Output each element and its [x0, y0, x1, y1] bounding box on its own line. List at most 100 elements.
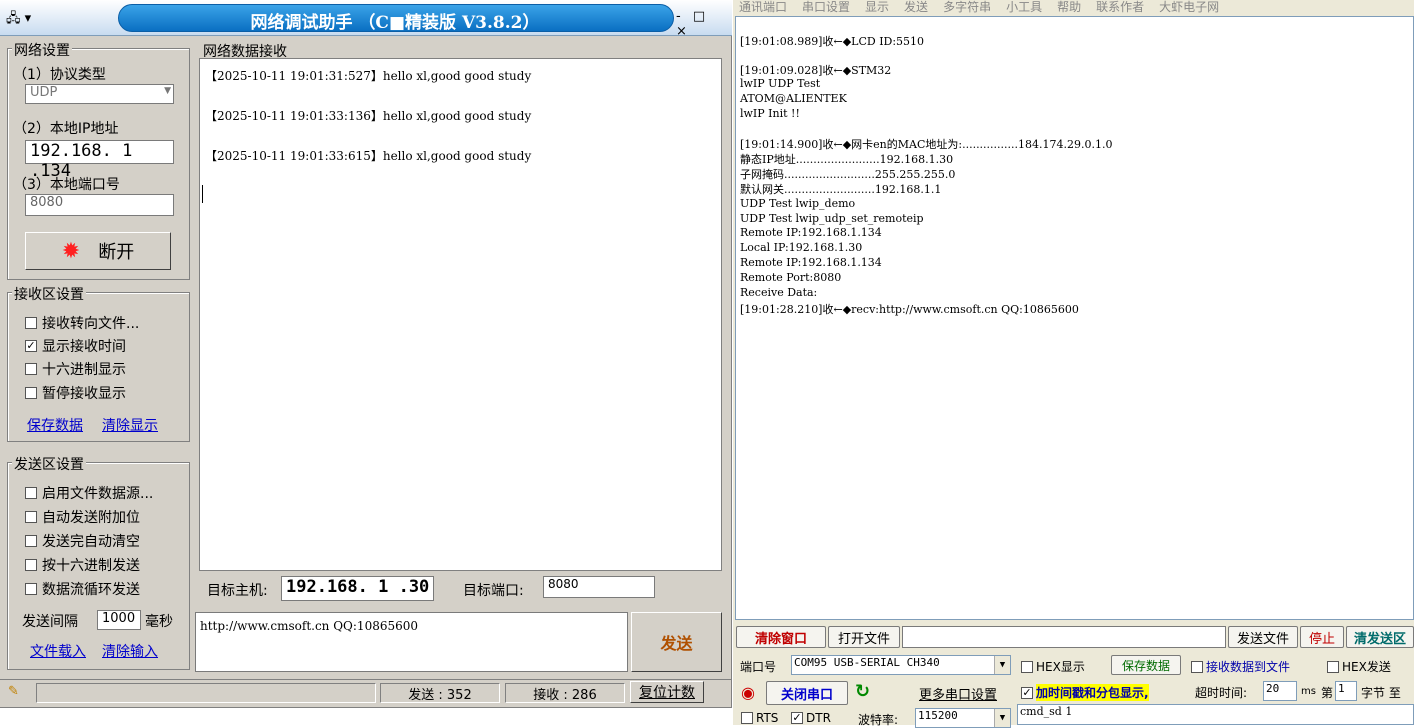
recv-line: 【2025-10-11 19:01:31:527】hello xl,good g… [205, 69, 532, 83]
pause-display-checkbox[interactable]: 暂停接收显示 [25, 383, 126, 403]
serial-line: [19:01:14.900]收←◆网卡en的MAC地址为:...........… [740, 138, 1113, 151]
file-load-link[interactable]: 文件载入 [30, 641, 86, 661]
timeout-label: 超时时间: [1195, 686, 1248, 700]
menu-bar: 通讯端口 串口设置 显示 发送 多字符串 小工具 帮助 联系作者 大虾电子网 [733, 0, 1414, 14]
hex-display-checkbox[interactable]: HEX显示 [1021, 658, 1085, 675]
show-recv-time-checkbox[interactable]: ✓ 显示接收时间 [25, 336, 126, 356]
byte-input[interactable]: 1 [1335, 681, 1357, 701]
status-light-icon: ✹ [61, 238, 81, 264]
timeout-unit: ms [1301, 686, 1316, 697]
reset-count-button[interactable]: 复位计数 [630, 681, 704, 703]
auto-append-checkbox[interactable]: 自动发送附加位 [25, 507, 140, 527]
serial-line: Remote IP:192.168.1.134 [740, 256, 882, 269]
close-port-button[interactable]: 关闭串口 [766, 681, 848, 705]
local-ip-input[interactable]: 192.168. 1 .134 [25, 140, 174, 181]
recv-to-file-checkbox[interactable]: 接收数据到文件 [1191, 658, 1290, 675]
target-port-input[interactable]: 8080 [543, 576, 655, 598]
menu-item[interactable]: 显示 [865, 0, 889, 14]
recv-text-area[interactable]: 【2025-10-11 19:01:31:527】hello xl,good g… [199, 58, 722, 571]
send-file-button[interactable]: 发送文件 [1228, 626, 1298, 648]
recv-settings-title: 接收区设置 [12, 284, 86, 304]
clear-input-link[interactable]: 清除输入 [102, 641, 158, 661]
clear-display-link[interactable]: 清除显示 [102, 415, 158, 435]
file-source-checkbox[interactable]: 启用文件数据源... [25, 483, 153, 503]
serial-line: [19:01:28.210]收←◆recv:http://www.cmsoft.… [740, 303, 1079, 316]
hex-display-checkbox[interactable]: 十六进制显示 [25, 359, 126, 379]
serial-recv-area[interactable]: [19:01:08.989]收←◆LCD ID:5510 [19:01:09.0… [735, 16, 1414, 620]
clear-window-button[interactable]: 清除窗口 [736, 626, 826, 648]
send-text-area[interactable]: http://www.cmsoft.cn QQ:10865600 [195, 612, 628, 672]
menu-item[interactable]: 通讯端口 [739, 0, 787, 14]
save-data-button[interactable]: 保存数据 [1111, 655, 1181, 675]
refresh-icon[interactable]: ↻ [855, 681, 870, 702]
menu-item[interactable]: 多字符串 [943, 0, 991, 14]
target-host-label: 目标主机: [207, 583, 268, 599]
local-port-label: （3）本地端口号 [13, 177, 120, 193]
baud-value: 115200 [918, 709, 958, 722]
status-message [36, 683, 376, 703]
protocol-value: UDP [30, 85, 58, 100]
loop-send-checkbox[interactable]: 数据流循环发送 [25, 579, 140, 599]
text-cursor [202, 185, 203, 203]
dtr-checkbox[interactable]: ✓ DTR [791, 711, 831, 725]
menu-item[interactable]: 大虾电子网 [1159, 0, 1219, 14]
serial-line: UDP Test lwip_demo [740, 197, 856, 210]
recv-to-file-checkbox[interactable]: 接收转向文件... [25, 313, 139, 333]
serial-line: 静态IP地址........................192.168.1.… [740, 153, 954, 166]
timeout-input[interactable]: 20 [1263, 681, 1297, 701]
serial-assistant-window: 通讯端口 串口设置 显示 发送 多字符串 小工具 帮助 联系作者 大虾电子网 [19:01:08… [733, 0, 1414, 728]
serial-send-input[interactable]: cmd_sd 1 [1017, 704, 1414, 725]
file-path-input[interactable] [902, 626, 1226, 648]
clear-send-button[interactable]: 清发送区 [1346, 626, 1414, 648]
menu-item[interactable]: 联系作者 [1096, 0, 1144, 14]
timestamp-checkbox[interactable]: ✓ 加时间戳和分包显示, [1021, 684, 1149, 701]
hex-send-checkbox[interactable]: 按十六进制发送 [25, 555, 140, 575]
serial-line: UDP Test lwip_udp_set_remoteip [740, 212, 924, 225]
window-controls[interactable]: - □ × [676, 9, 732, 39]
system-menu-icon[interactable]: 🖧 ▾ [6, 9, 50, 27]
baud-select[interactable]: 115200 ▼ [915, 708, 1011, 728]
local-ip-label: （2）本地IP地址 [13, 121, 119, 137]
serial-line: lwIP UDP Test [740, 77, 821, 90]
send-interval-input[interactable]: 1000 [97, 610, 141, 630]
local-port-input[interactable]: 8080 [25, 194, 174, 216]
serial-line: Remote Port:8080 [740, 271, 842, 284]
protocol-select[interactable]: UDP ▼ [25, 84, 174, 104]
more-settings-link[interactable]: 更多串口设置 [919, 684, 997, 703]
send-settings-title: 发送区设置 [12, 454, 86, 474]
serial-line: Receive Data: [740, 286, 818, 299]
net-settings-title: 网络设置 [12, 40, 72, 60]
serial-line: [19:01:09.028]收←◆STM32 [740, 64, 892, 77]
recv-count: 接收 : 286 [505, 683, 625, 703]
hex-send-checkbox[interactable]: HEX发送 [1327, 658, 1391, 675]
port-value: COM95 USB-SERIAL CH340 [794, 656, 940, 669]
serial-line: lwIP Init !! [740, 107, 800, 120]
menu-item[interactable]: 串口设置 [802, 0, 850, 14]
send-interval-unit: 毫秒 [145, 614, 173, 630]
port-select[interactable]: COM95 USB-SERIAL CH340 ▼ [791, 655, 1011, 675]
port-label: 端口号 [740, 660, 777, 674]
disconnect-button[interactable]: ✹ 断开 [25, 232, 171, 270]
send-button[interactable]: 发送 [631, 612, 722, 672]
save-data-link[interactable]: 保存数据 [27, 415, 83, 435]
stop-button[interactable]: 停止 [1300, 626, 1344, 648]
menu-item[interactable]: 帮助 [1057, 0, 1081, 14]
serial-line: Remote IP:192.168.1.134 [740, 226, 882, 239]
serial-line: 子网掩码..........................255.255.25… [740, 168, 956, 181]
rts-checkbox[interactable]: RTS [741, 711, 778, 725]
open-file-button[interactable]: 打开文件 [828, 626, 900, 648]
chevron-down-icon: ▼ [994, 709, 1010, 727]
chevron-down-icon: ▼ [994, 656, 1010, 674]
status-bar: ✎ 发送 : 352 接收 : 286 复位计数 [0, 679, 732, 705]
auto-clear-checkbox[interactable]: 发送完自动清空 [25, 531, 140, 551]
recv-line: 【2025-10-11 19:01:33:615】hello xl,good g… [205, 149, 532, 163]
menu-item[interactable]: 小工具 [1006, 0, 1042, 14]
target-host-input[interactable]: 192.168. 1 .30 [281, 576, 434, 601]
disconnect-label: 断开 [98, 242, 135, 263]
recv-line: 【2025-10-11 19:01:33:136】hello xl,good g… [205, 109, 532, 123]
byte-prefix: 第 [1321, 686, 1334, 700]
serial-line: ATOM@ALIENTEK [740, 92, 847, 105]
menu-item[interactable]: 发送 [904, 0, 928, 14]
serial-line: [19:01:08.989]收←◆LCD ID:5510 [740, 35, 925, 48]
send-interval-label: 发送间隔 [22, 614, 78, 630]
